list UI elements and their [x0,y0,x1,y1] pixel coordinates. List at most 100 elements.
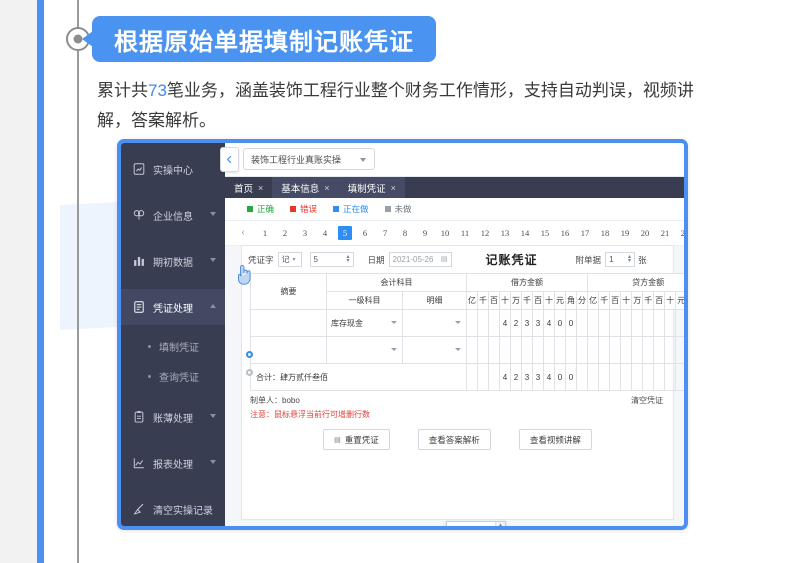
sidebar-item-ledger-processing[interactable]: 账薄处理 [121,399,225,435]
pagination-page[interactable]: 18 [598,226,612,240]
pagination-page[interactable]: 15 [538,226,552,240]
debit-digit[interactable] [467,337,478,364]
attachment-count-stepper[interactable]: 1 ▴▾ [605,252,635,267]
dropdown-scrollbar[interactable]: ▲ ▼ [495,522,505,530]
credit-digit[interactable] [599,310,610,337]
debit-digit[interactable] [566,337,577,364]
pagination-prev-icon[interactable]: ‹ [236,226,250,240]
credit-digit[interactable] [676,310,687,337]
pagination-page[interactable]: 10 [438,226,452,240]
tab-basic-info[interactable]: 基本信息 × [272,177,338,198]
credit-digit[interactable] [610,310,621,337]
credit-digit[interactable] [632,310,643,337]
voucher-word-select[interactable]: 记 ▾ [278,252,302,267]
pagination-page[interactable]: 11 [458,226,472,240]
credit-digit[interactable] [643,310,654,337]
sidebar-subitem-fill-voucher[interactable]: 填制凭证 [121,331,225,361]
sidebar-item-report-processing[interactable]: 报表处理 [121,445,225,481]
credit-digit[interactable] [588,310,599,337]
sidebar-item-practice-center[interactable]: 实操中心 [121,151,225,187]
debit-digit[interactable] [544,337,555,364]
debit-digit[interactable] [489,337,500,364]
sidebar-item-company-info[interactable]: 企业信息 [121,197,225,233]
debit-digit[interactable] [489,310,500,337]
project-select[interactable]: 装饰工程行业真账实操 [243,148,375,170]
pagination-page[interactable]: 20 [638,226,652,240]
scroll-up-icon[interactable]: ▲ [497,523,504,529]
credit-digit[interactable] [687,337,688,364]
pagination-page[interactable]: 4 [318,226,332,240]
pagination-page[interactable]: 2 [278,226,292,240]
cell-summary[interactable] [251,337,327,364]
stepper-arrows-icon[interactable]: ▴▾ [347,255,350,263]
debit-digit[interactable]: 2 [511,310,522,337]
stepper-arrows-icon[interactable]: ▴▾ [628,255,631,263]
sidebar-collapse-button[interactable] [220,147,239,172]
debit-digit[interactable] [467,310,478,337]
debit-digit[interactable] [577,337,588,364]
account-dropdown-listbox[interactable]: 1001--库存现金 1002--银行存款 100201--银行存款--农业银 … [446,521,506,530]
credit-digit[interactable] [632,337,643,364]
credit-digit[interactable] [654,337,665,364]
debit-digit[interactable]: 0 [566,310,577,337]
credit-digit[interactable] [687,310,688,337]
debit-digit[interactable] [500,337,511,364]
debit-digit[interactable]: 4 [500,310,511,337]
cell-summary[interactable] [251,310,327,337]
reset-voucher-button[interactable]: ▤ 重置凭证 [323,429,390,450]
pagination-page[interactable]: 13 [498,226,512,240]
voucher-date-field[interactable]: 2021-05-26 ▤ [389,252,452,267]
pagination-page[interactable]: 22 [678,226,684,240]
sidebar-item-opening-data[interactable]: 期初数据 [121,243,225,279]
pagination-page[interactable]: 7 [378,226,392,240]
sidebar-subitem-query-voucher[interactable]: 查询凭证 [121,361,225,391]
pagination-page[interactable]: 1 [258,226,272,240]
debit-digit[interactable]: 0 [555,310,566,337]
credit-digit[interactable] [599,337,610,364]
pagination-page[interactable]: 21 [658,226,672,240]
cell-account-detail[interactable] [403,337,467,364]
debit-digit[interactable]: 4 [544,310,555,337]
tab-fill-voucher[interactable]: 填制凭证 × [339,177,405,198]
debit-digit[interactable] [577,310,588,337]
debit-digit[interactable] [511,337,522,364]
debit-digit[interactable] [478,310,489,337]
view-answer-button[interactable]: 查看答案解析 [418,429,491,450]
credit-digit[interactable] [654,310,665,337]
pagination-page[interactable]: 6 [358,226,372,240]
clear-voucher-link[interactable]: 清空凭证 [631,395,663,406]
credit-digit[interactable] [610,337,621,364]
pagination-page[interactable]: 17 [578,226,592,240]
debit-digit[interactable] [533,337,544,364]
calendar-icon[interactable]: ▤ [441,255,448,263]
credit-digit[interactable] [588,337,599,364]
close-icon[interactable]: × [258,183,263,193]
pagination-page[interactable]: 8 [398,226,412,240]
pagination-page[interactable]: 12 [478,226,492,240]
cell-account-primary[interactable] [327,337,403,364]
debit-digit[interactable] [522,337,533,364]
tab-home[interactable]: 首页 × [225,177,272,198]
debit-digit[interactable]: 3 [533,310,544,337]
sidebar-item-clear-records[interactable]: 清空实操记录 [121,491,225,527]
close-icon[interactable]: × [391,183,396,193]
pagination-page[interactable]: 16 [558,226,572,240]
pagination-page[interactable]: 9 [418,226,432,240]
pagination-page[interactable]: 3 [298,226,312,240]
credit-digit[interactable] [665,337,676,364]
credit-digit[interactable] [665,310,676,337]
view-video-button[interactable]: 查看视频讲解 [519,429,592,450]
sidebar-item-voucher-processing[interactable]: 凭证处理 [121,289,225,325]
debit-digit[interactable] [555,337,566,364]
pagination-page-current[interactable]: 5 [338,226,352,240]
table-row[interactable] [251,337,689,364]
pagination-page[interactable]: 19 [618,226,632,240]
debit-digit[interactable]: 3 [522,310,533,337]
close-icon[interactable]: × [324,183,329,193]
credit-digit[interactable] [621,310,632,337]
credit-digit[interactable] [621,337,632,364]
credit-digit[interactable] [643,337,654,364]
pagination-page[interactable]: 14 [518,226,532,240]
credit-digit[interactable] [676,337,687,364]
cell-account-detail[interactable] [403,310,467,337]
